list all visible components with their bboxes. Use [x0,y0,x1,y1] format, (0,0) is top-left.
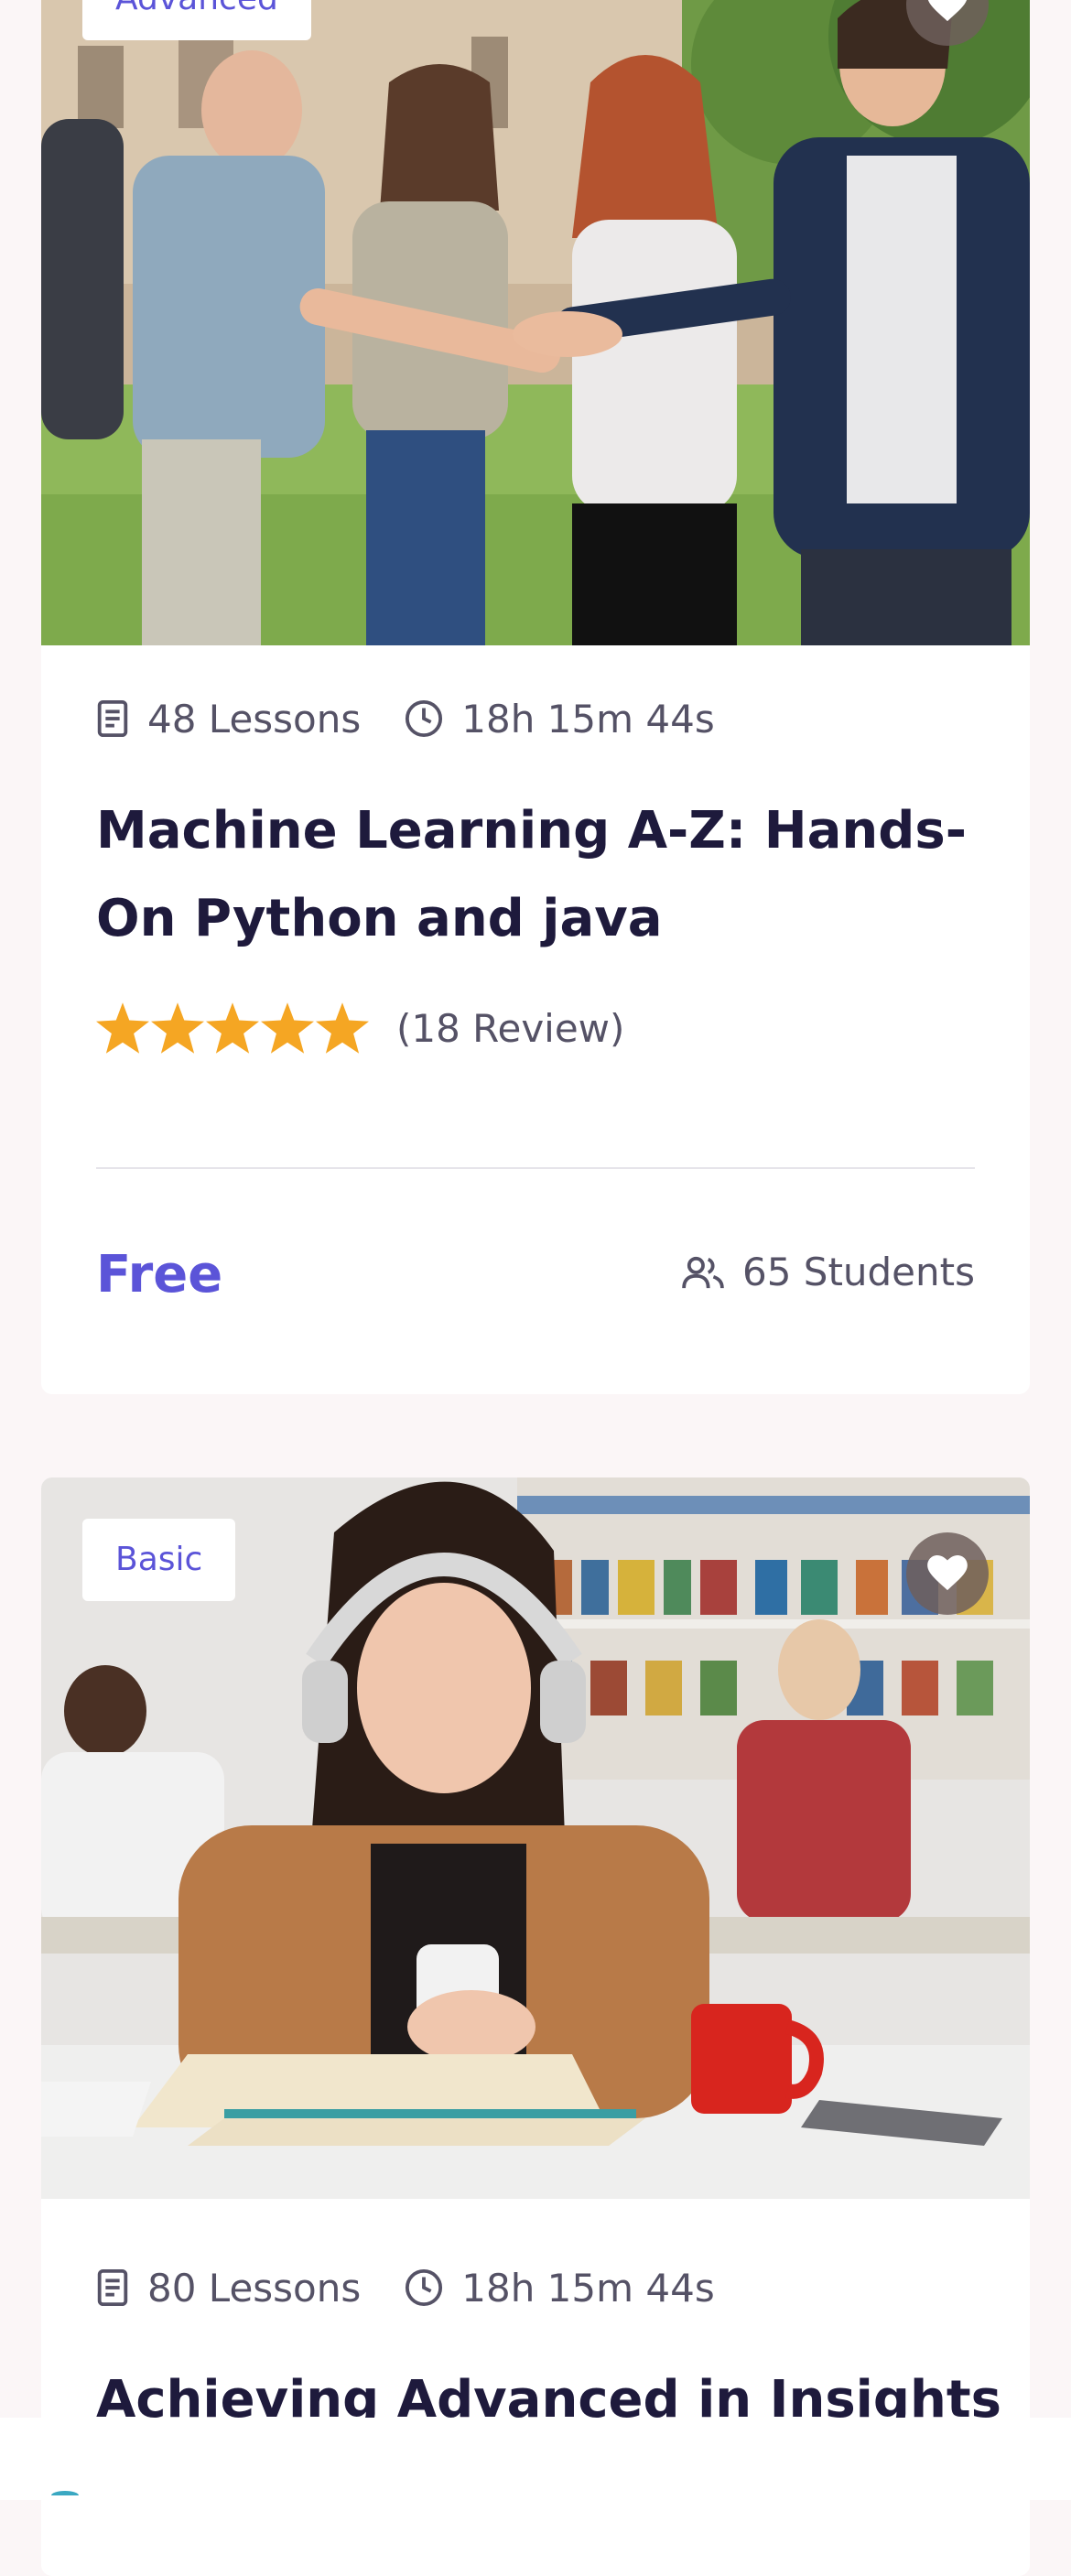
lessons-label: 48 Lessons [147,696,362,741]
clock-icon [406,699,443,738]
star-rating [96,1002,369,1054]
star-icon [316,1002,369,1054]
star-icon [206,1002,259,1054]
level-badge: Advanced [82,0,311,40]
clock-icon [406,2268,443,2307]
student-count: 65 Students [682,1250,975,1294]
heart-icon [927,0,968,22]
course-title[interactable]: Machine Learning A-Z: Hands-On Python an… [96,787,975,963]
duration-label: 18h 15m 44s [461,696,715,741]
duration: 18h 15m 44s [405,2265,715,2311]
course-price: Free [96,1245,223,1304]
book-icon [97,699,128,738]
divider [96,1167,975,1169]
star-icon [96,1002,149,1054]
lessons-count: 80 Lessons [96,2266,361,2311]
course-thumbnail[interactable] [41,0,1030,645]
course-card[interactable]: Advanced 48 Lessons 18h 15m 44s Machine … [41,0,1030,1394]
star-icon [261,1002,314,1054]
course-meta: 48 Lessons 18h 15m 44s [96,687,975,751]
review-count: (18 Review) [396,1005,625,1051]
students-label: 65 Students [741,1250,975,1294]
logo-fragment [51,2491,79,2500]
book-icon [97,2268,128,2307]
lessons-count: 48 Lessons [96,697,361,741]
course-card[interactable]: Basic 80 Lessons 18h 15m 44s Achieving A… [41,1477,1030,2576]
course-rating: (18 Review) [96,1002,624,1054]
students-photo [41,0,1030,645]
duration-label: 18h 15m 44s [461,2265,715,2311]
lessons-label: 80 Lessons [147,2265,362,2311]
users-icon [682,1256,724,1288]
duration: 18h 15m 44s [405,696,715,741]
star-icon [151,1002,204,1054]
bottom-bar [0,2418,1071,2500]
course-meta: 80 Lessons 18h 15m 44s [96,2256,975,2320]
heart-icon [927,1555,968,1591]
favorite-button[interactable] [906,1532,989,1615]
level-badge: Basic [82,1519,236,1601]
